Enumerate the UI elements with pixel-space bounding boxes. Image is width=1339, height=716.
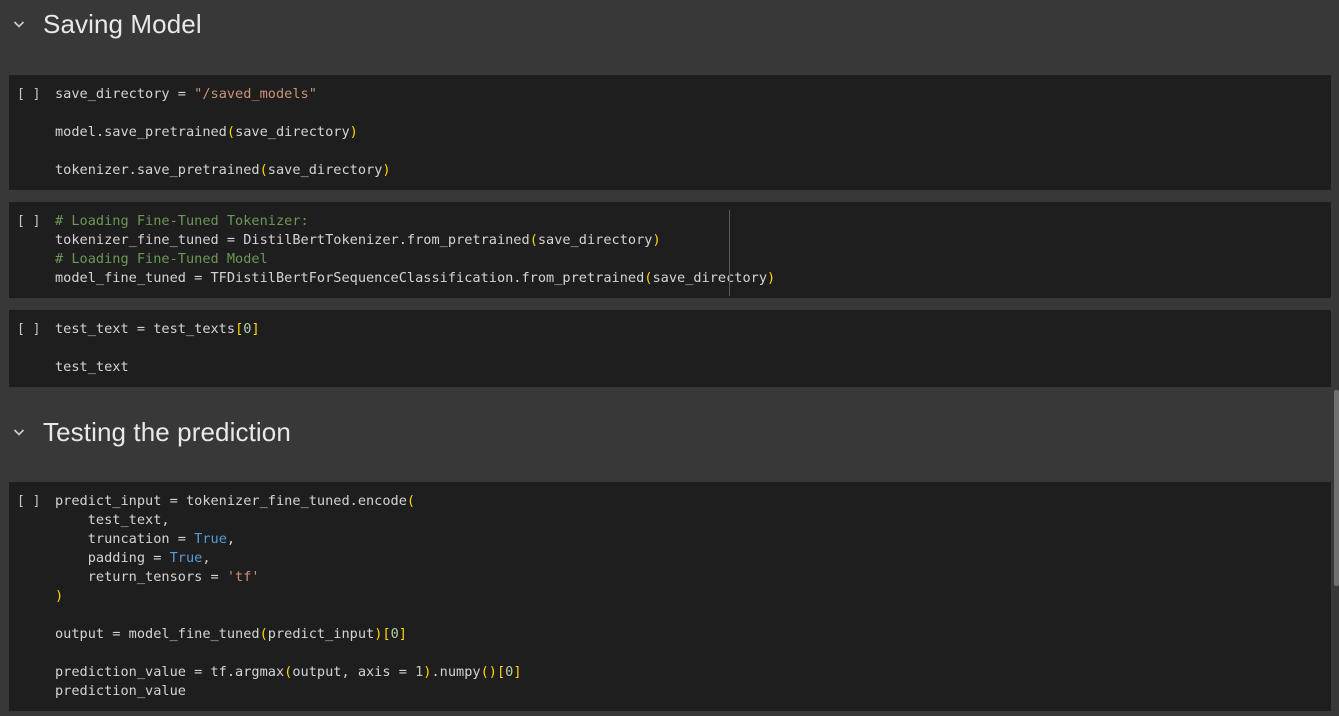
code-token: model.save_pretrained [55,124,227,140]
section-header-testing-prediction: Testing the prediction [0,408,1339,456]
section-header-saving-model: Saving Model [0,0,1339,48]
code-token: ( [529,232,538,248]
code-cell[interactable]: [ ] test_text = test_texts[0] test_text [9,310,1331,387]
code-token: predict_input = tokenizer_fine_tuned.enc… [55,493,407,509]
code-line: predict_input = tokenizer_fine_tuned.enc… [55,492,522,511]
code-token: ( [259,626,268,642]
code-line: return_tensors = 'tf' [55,568,522,587]
code-cell[interactable]: [ ] # Loading Fine-Tuned Tokenizer: token… [9,202,1331,298]
code-line: test_text, [55,511,522,530]
code-token: ] [251,321,260,337]
run-cell-button[interactable]: [ ] [17,212,40,231]
code-token: [ [382,626,391,642]
chevron-down-icon[interactable] [11,16,27,32]
code-line: model.save_pretrained(save_directory) [55,123,391,142]
code-token: [ [496,664,506,680]
code-line: ) [55,587,522,606]
chevron-down-icon[interactable] [11,424,27,440]
code-line: save_directory = "/saved_models" [55,85,391,104]
code-token: True [169,550,203,566]
code-editor[interactable]: test_text = test_texts[0] test_text [55,320,260,377]
run-cell-button[interactable]: [ ] [17,85,40,104]
code-token: save_directory [652,270,768,286]
section-title: Testing the prediction [43,416,291,447]
scrollbar[interactable] [1334,390,1339,586]
code-cell[interactable]: [ ] save_directory = "/saved_models" mod… [9,75,1331,190]
code-token: tokenizer_fine_tuned = DistilBertTokeniz… [55,232,530,248]
code-token: # Loading Fine-Tuned Tokenizer: [55,213,309,229]
code-token: , [226,531,236,547]
code-editor[interactable]: # Loading Fine-Tuned Tokenizer: tokenizer… [55,212,775,288]
code-token: test_text [55,359,129,375]
code-line: # Loading Fine-Tuned Tokenizer: [55,212,775,231]
code-token: ] [513,664,522,680]
code-token: tokenizer.save_pretrained [55,162,260,178]
code-token: .numpy [431,664,481,680]
code-token: output, axis = [292,664,416,680]
run-cell-button[interactable]: [ ] [17,492,40,511]
code-line: test_text = test_texts[0] [55,320,260,339]
code-editor[interactable]: save_directory = "/saved_models" model.s… [55,85,391,180]
code-line: model_fine_tuned = TFDistilBertForSequen… [55,269,775,288]
code-line: tokenizer.save_pretrained(save_directory… [55,161,391,180]
code-token: ( [406,493,416,509]
section-title: Saving Model [43,8,202,39]
code-token: ) [382,162,391,178]
code-token: ) [349,124,358,140]
code-token: # Loading Fine-Tuned Model [55,251,268,267]
code-cell[interactable]: [ ] predict_input = tokenizer_fine_tuned… [9,482,1331,711]
code-token: 0 [390,626,399,642]
code-token: ] [398,626,407,642]
code-token: predict_input [267,626,375,642]
code-token: , [202,550,211,566]
code-token: model_fine_tuned = TFDistilBertForSequen… [55,270,645,286]
code-line: output = model_fine_tuned(predict_input)… [55,625,522,644]
code-token: save_directory = [55,86,195,102]
code-line: # Loading Fine-Tuned Model [55,250,775,269]
code-token: padding = [55,550,170,566]
code-token: save_directory [537,232,653,248]
code-token: True [194,531,227,547]
code-line: test_text [55,358,260,377]
code-token: ) [767,270,776,286]
code-token: ) [55,588,64,604]
code-line: prediction_value [55,682,522,701]
code-token: prediction_value = tf.argmax [55,664,285,680]
code-token: save_directory [267,162,383,178]
code-token: 'tf' [226,569,260,585]
code-token: return_tensors = [55,569,227,585]
code-line: truncation = True, [55,530,522,549]
code-line: prediction_value = tf.argmax(output, axi… [55,663,522,682]
code-line: tokenizer_fine_tuned = DistilBertTokeniz… [55,231,775,250]
editor-ruler [729,210,730,296]
notebook: Saving Model [ ] save_directory = "/save… [0,0,1339,716]
code-editor[interactable]: predict_input = tokenizer_fine_tuned.enc… [55,492,522,701]
run-cell-button[interactable]: [ ] [17,320,40,339]
code-line: padding = True, [55,549,522,568]
code-token: ) [652,232,661,248]
code-token: save_directory [235,124,350,140]
code-token: test_text = test_texts [55,321,236,337]
code-token: "/saved_models" [194,86,317,102]
code-token: ( [226,124,236,140]
code-token: ( [259,162,268,178]
code-token: () [480,664,497,680]
code-token: output = model_fine_tuned [55,626,260,642]
code-token: test_text, [55,512,170,528]
code-token: prediction_value [55,683,186,699]
code-token: truncation = [55,531,195,547]
